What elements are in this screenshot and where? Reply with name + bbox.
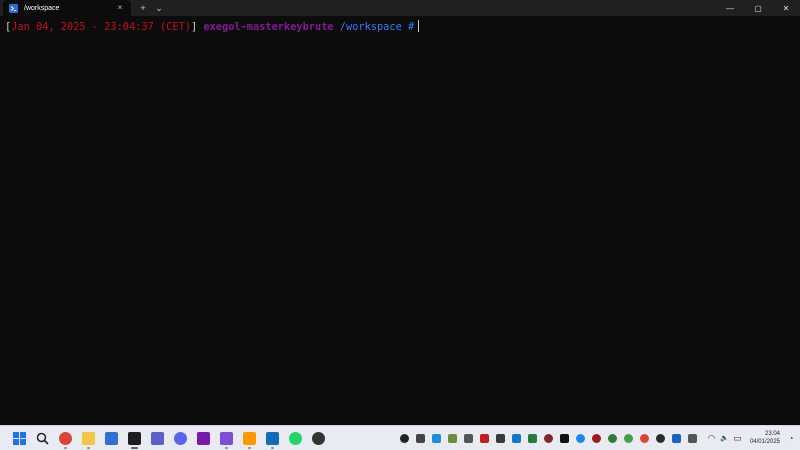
tray-item[interactable]: [605, 427, 621, 449]
tray-app-icon-1: [400, 433, 410, 443]
taskbar-app[interactable]: [123, 427, 146, 449]
tray-item[interactable]: [445, 427, 461, 449]
search-icon: [36, 432, 49, 445]
title-bar: /workspace × + ⌄ — ▢ ✕: [0, 0, 800, 16]
clock-time: 23:04: [764, 431, 780, 437]
taskbar-app[interactable]: [284, 427, 307, 449]
taskbar-app[interactable]: [169, 427, 192, 449]
title-drag-area[interactable]: [167, 0, 716, 16]
prompt-hostname: exegol-masterkeybrute: [203, 21, 334, 33]
tray-item[interactable]: [557, 427, 573, 449]
x-icon: [560, 433, 570, 443]
tray-item[interactable]: [493, 427, 509, 449]
terminal-tab[interactable]: /workspace ×: [3, 0, 131, 16]
new-tab-button[interactable]: +: [135, 0, 151, 16]
prompt-datetime: Jan 04, 2025 - 23:04:37 (CET): [11, 21, 191, 33]
powershell-icon: [9, 3, 18, 13]
system-tray: ◠ 🔈 ▭ 23:04 04/01/2025 ◔: [397, 427, 800, 449]
volume-icon: 🔈: [720, 435, 729, 442]
taskbar-app[interactable]: [77, 427, 100, 449]
tray-app-icon-7: [496, 433, 506, 443]
onedrive-icon: [512, 433, 522, 443]
chrome-tray-icon: [640, 433, 650, 443]
remote-desktop-icon: [105, 431, 118, 445]
terminal-icon: [128, 431, 141, 445]
taskbar-app[interactable]: [31, 427, 54, 449]
tray-app-icon-6: [480, 433, 490, 443]
battery-icon: ▭: [733, 432, 742, 443]
taskbar-app[interactable]: [192, 427, 215, 449]
microphone-icon: [688, 433, 698, 443]
taskbar-app[interactable]: [8, 427, 31, 449]
outlook-icon: [266, 431, 279, 445]
wifi-icon: ◠: [707, 432, 716, 443]
text-cursor: [418, 20, 420, 32]
taskbar-app[interactable]: [54, 427, 77, 449]
notification-app-icon: [312, 431, 325, 445]
tray-item[interactable]: [541, 427, 557, 449]
taskbar-app[interactable]: [307, 427, 330, 449]
tray-app-icon-9: [528, 433, 538, 443]
taskbar-app[interactable]: [261, 427, 284, 449]
discord-icon: [174, 431, 187, 445]
taskbar-app[interactable]: [238, 427, 261, 449]
tray-item[interactable]: [461, 427, 477, 449]
onenote-icon: [197, 431, 210, 445]
file-explorer-icon: [82, 431, 95, 445]
tray-item[interactable]: [573, 427, 589, 449]
tray-icons: [397, 427, 701, 449]
tray-app-icon-14: [608, 433, 618, 443]
tray-app-icon-17: [656, 433, 666, 443]
taskbar-app[interactable]: [146, 427, 169, 449]
tray-app-icon-13: [592, 433, 602, 443]
tray-item[interactable]: [429, 427, 445, 449]
tray-item[interactable]: [413, 427, 429, 449]
whatsapp-icon: [289, 431, 302, 445]
bluetooth-icon: [672, 433, 682, 443]
tab-close-icon[interactable]: ×: [115, 0, 125, 16]
maximize-button[interactable]: ▢: [744, 0, 772, 16]
clock-date: 04/01/2025: [749, 439, 780, 445]
tray-app-icon-12: [576, 433, 586, 443]
taskbar-app[interactable]: [215, 427, 238, 449]
tray-app-icon-2: [416, 433, 426, 443]
tray-item[interactable]: [477, 427, 493, 449]
minimize-button[interactable]: —: [716, 0, 744, 16]
tab-title: /workspace: [24, 4, 60, 12]
prompt-path: /workspace: [339, 21, 402, 33]
tray-item[interactable]: [589, 427, 605, 449]
tray-item[interactable]: [653, 427, 669, 449]
taskbar-apps: [8, 427, 330, 449]
obsidian-icon: [220, 431, 233, 445]
tray-item[interactable]: [525, 427, 541, 449]
tray-item[interactable]: [397, 427, 413, 449]
start-button-icon: [13, 431, 26, 445]
tray-item[interactable]: [685, 427, 701, 449]
clock[interactable]: 23:04 04/01/2025: [750, 430, 780, 446]
tray-item[interactable]: [669, 427, 685, 449]
chrome-icon: [59, 431, 72, 445]
tab-dropdown-button[interactable]: ⌄: [151, 0, 167, 16]
terminal-pane[interactable]: [Jan 04, 2025 - 23:04:37 (CET)] exegol-m…: [0, 16, 800, 425]
tray-item[interactable]: [637, 427, 653, 449]
tray-app-icon-4: [448, 433, 458, 443]
tray-app-icon-15: [624, 433, 634, 443]
tray-app-icon-5: [464, 433, 474, 443]
tray-item[interactable]: [621, 427, 637, 449]
tray-item[interactable]: [509, 427, 525, 449]
notification-bell-icon[interactable]: ◔: [786, 434, 796, 443]
tray-app-icon-10: [544, 433, 554, 443]
prompt-symbol: #: [407, 21, 415, 33]
taskbar-app[interactable]: [100, 427, 123, 449]
sublime-text-icon: [243, 431, 256, 445]
prompt-bracket-close: ]: [190, 21, 198, 33]
tray-app-icon-3: [432, 433, 442, 443]
close-button[interactable]: ✕: [772, 0, 800, 16]
system-status[interactable]: ◠ 🔈 ▭: [705, 433, 744, 444]
teams-icon: [151, 431, 164, 445]
taskbar: ◠ 🔈 ▭ 23:04 04/01/2025 ◔: [0, 425, 800, 450]
